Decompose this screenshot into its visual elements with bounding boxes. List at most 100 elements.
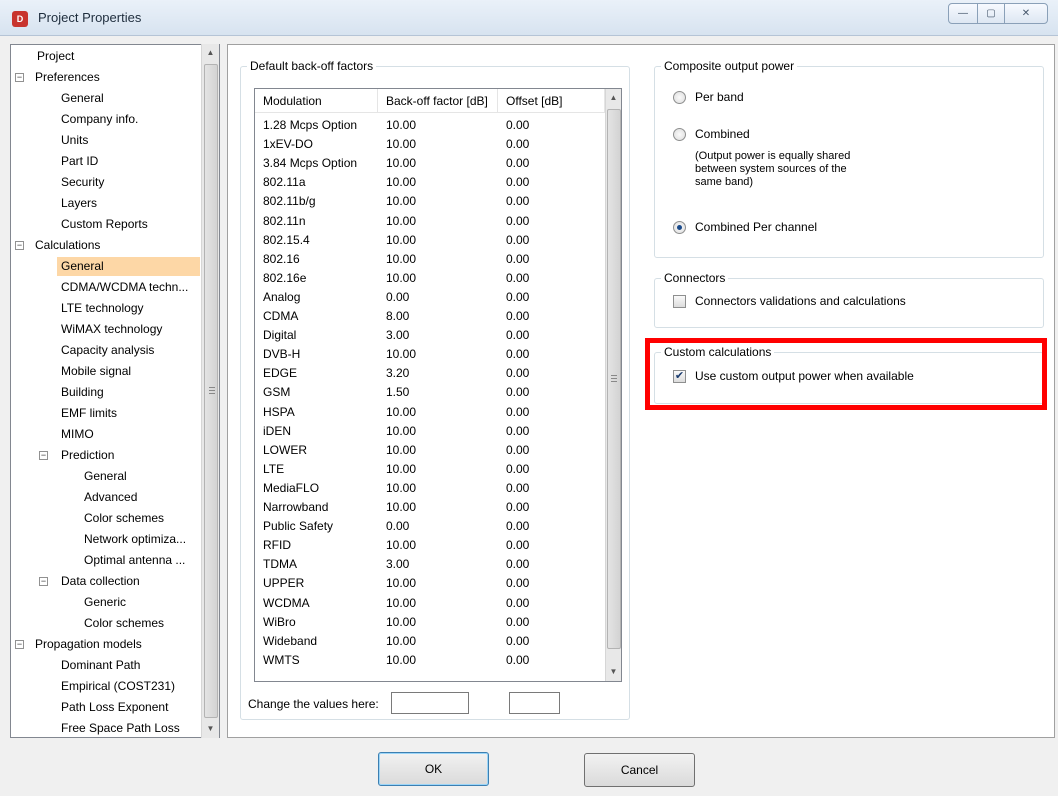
modulation-cell[interactable]: 802.15.4 — [255, 231, 378, 250]
backoff-cell[interactable]: 10.00 — [378, 632, 498, 651]
backoff-cell[interactable]: 10.00 — [378, 154, 498, 173]
modulation-cell[interactable]: RFID — [255, 536, 378, 555]
tree-item[interactable]: General — [59, 89, 104, 108]
backoff-cell[interactable]: 3.20 — [378, 364, 498, 383]
table-row[interactable]: 802.15.4 10.00 0.00 — [255, 231, 605, 250]
backoff-cell[interactable]: 10.00 — [378, 345, 498, 364]
close-button[interactable]: ✕ — [1004, 3, 1048, 24]
modulation-cell[interactable]: TDMA — [255, 555, 378, 574]
table-row[interactable]: RFID 10.00 0.00 — [255, 536, 605, 555]
backoff-cell[interactable]: 10.00 — [378, 574, 498, 593]
combined-radio[interactable] — [673, 128, 686, 141]
tree-item[interactable]: Company info. — [59, 110, 138, 129]
tree-item[interactable]: Prediction — [47, 446, 114, 465]
offset-cell[interactable]: 0.00 — [498, 250, 605, 269]
tree-item[interactable]: Network optimiza... — [82, 530, 186, 549]
table-row[interactable]: TDMA 3.00 0.00 — [255, 555, 605, 574]
offset-cell[interactable]: 0.00 — [498, 498, 605, 517]
modulation-cell[interactable]: EDGE — [255, 364, 378, 383]
table-row[interactable]: WCDMA 10.00 0.00 — [255, 594, 605, 613]
backoff-cell[interactable]: 0.00 — [378, 517, 498, 536]
tree-item[interactable]: CDMA/WCDMA techn... — [59, 278, 188, 297]
column-header-modulation[interactable]: Modulation — [255, 89, 378, 113]
collapse-toggle-icon[interactable]: − — [39, 451, 48, 460]
backoff-cell[interactable]: 0.00 — [378, 288, 498, 307]
offset-cell[interactable]: 0.00 — [498, 536, 605, 555]
offset-cell[interactable]: 0.00 — [498, 651, 605, 670]
offset-cell[interactable]: 0.00 — [498, 517, 605, 536]
tree-item[interactable]: Path Loss Exponent — [59, 698, 168, 717]
modulation-cell[interactable]: LOWER — [255, 441, 378, 460]
backoff-cell[interactable]: 10.00 — [378, 173, 498, 192]
backoff-cell[interactable]: 10.00 — [378, 422, 498, 441]
table-row[interactable]: UPPER 10.00 0.00 — [255, 574, 605, 593]
per-band-label[interactable]: Per band — [695, 90, 744, 104]
offset-cell[interactable]: 0.00 — [498, 192, 605, 211]
table-row[interactable]: MediaFLO 10.00 0.00 — [255, 479, 605, 498]
backoff-cell[interactable]: 10.00 — [378, 460, 498, 479]
backoff-cell[interactable]: 10.00 — [378, 212, 498, 231]
offset-cell[interactable]: 0.00 — [498, 135, 605, 154]
modulation-cell[interactable]: DVB-H — [255, 345, 378, 364]
backoff-cell[interactable]: 1.50 — [378, 383, 498, 402]
offset-cell[interactable]: 0.00 — [498, 403, 605, 422]
tree-item[interactable]: Capacity analysis — [59, 341, 154, 360]
modulation-cell[interactable]: UPPER — [255, 574, 378, 593]
tree-item[interactable]: LTE technology — [59, 299, 144, 318]
table-row[interactable]: Public Safety 0.00 0.00 — [255, 517, 605, 536]
collapse-toggle-icon[interactable]: − — [15, 640, 24, 649]
backoff-cell[interactable]: 10.00 — [378, 594, 498, 613]
modulation-cell[interactable]: LTE — [255, 460, 378, 479]
table-row[interactable]: Digital 3.00 0.00 — [255, 326, 605, 345]
maximize-button[interactable]: ▢ — [977, 3, 1005, 24]
backoff-cell[interactable]: 10.00 — [378, 498, 498, 517]
connectors-checkbox[interactable] — [673, 295, 686, 308]
table-row[interactable]: LTE 10.00 0.00 — [255, 460, 605, 479]
tree-item[interactable]: Empirical (COST231) — [59, 677, 175, 696]
table-row[interactable]: EDGE 3.20 0.00 — [255, 364, 605, 383]
backoff-cell[interactable]: 10.00 — [378, 479, 498, 498]
table-row[interactable]: WMTS 10.00 0.00 — [255, 651, 605, 670]
tree-item[interactable]: Building — [59, 383, 104, 402]
modulation-cell[interactable]: Public Safety — [255, 517, 378, 536]
table-row[interactable]: GSM 1.50 0.00 — [255, 383, 605, 402]
tree-item[interactable]: Units — [59, 131, 88, 150]
offset-cell[interactable]: 0.00 — [498, 555, 605, 574]
table-row[interactable]: 802.16 10.00 0.00 — [255, 250, 605, 269]
ok-button[interactable]: OK — [378, 752, 489, 786]
scroll-down-arrow-icon[interactable]: ▼ — [606, 663, 621, 680]
tree-item[interactable]: Preferences — [23, 68, 100, 87]
table-row[interactable]: 3.84 Mcps Option 10.00 0.00 — [255, 154, 605, 173]
table-row[interactable]: WiBro 10.00 0.00 — [255, 613, 605, 632]
offset-cell[interactable]: 0.00 — [498, 154, 605, 173]
modulation-cell[interactable]: 802.11a — [255, 173, 378, 192]
cancel-button[interactable]: Cancel — [584, 753, 695, 787]
tree-item[interactable]: Generic — [82, 593, 126, 612]
backoff-cell[interactable]: 10.00 — [378, 135, 498, 154]
offset-cell[interactable]: 0.00 — [498, 460, 605, 479]
table-row[interactable]: Narrowband 10.00 0.00 — [255, 498, 605, 517]
table-row[interactable]: LOWER 10.00 0.00 — [255, 441, 605, 460]
connectors-checkbox-label[interactable]: Connectors validations and calculations — [695, 294, 906, 308]
backoff-cell[interactable]: 10.00 — [378, 613, 498, 632]
table-row[interactable]: Wideband 10.00 0.00 — [255, 632, 605, 651]
scroll-up-arrow-icon[interactable]: ▲ — [606, 89, 621, 106]
minimize-button[interactable]: — — [948, 3, 978, 24]
column-header-backoff[interactable]: Back-off factor [dB] — [378, 89, 498, 113]
backoff-cell[interactable]: 10.00 — [378, 441, 498, 460]
modulation-cell[interactable]: 1xEV-DO — [255, 135, 378, 154]
scroll-down-arrow-icon[interactable]: ▼ — [202, 720, 219, 737]
offset-cell[interactable]: 0.00 — [498, 307, 605, 326]
offset-cell[interactable]: 0.00 — [498, 594, 605, 613]
offset-cell[interactable]: 0.00 — [498, 383, 605, 402]
table-row[interactable]: 802.11a 10.00 0.00 — [255, 173, 605, 192]
offset-cell[interactable]: 0.00 — [498, 173, 605, 192]
tree-item[interactable]: Mobile signal — [59, 362, 131, 381]
offset-cell[interactable]: 0.00 — [498, 231, 605, 250]
offset-cell[interactable]: 0.00 — [498, 441, 605, 460]
tree-scroll-thumb[interactable] — [204, 64, 218, 718]
table-row[interactable]: 802.11n 10.00 0.00 — [255, 212, 605, 231]
modulation-cell[interactable]: 802.11n — [255, 212, 378, 231]
offset-cell[interactable]: 0.00 — [498, 364, 605, 383]
tree-item[interactable]: Propagation models — [23, 635, 142, 654]
